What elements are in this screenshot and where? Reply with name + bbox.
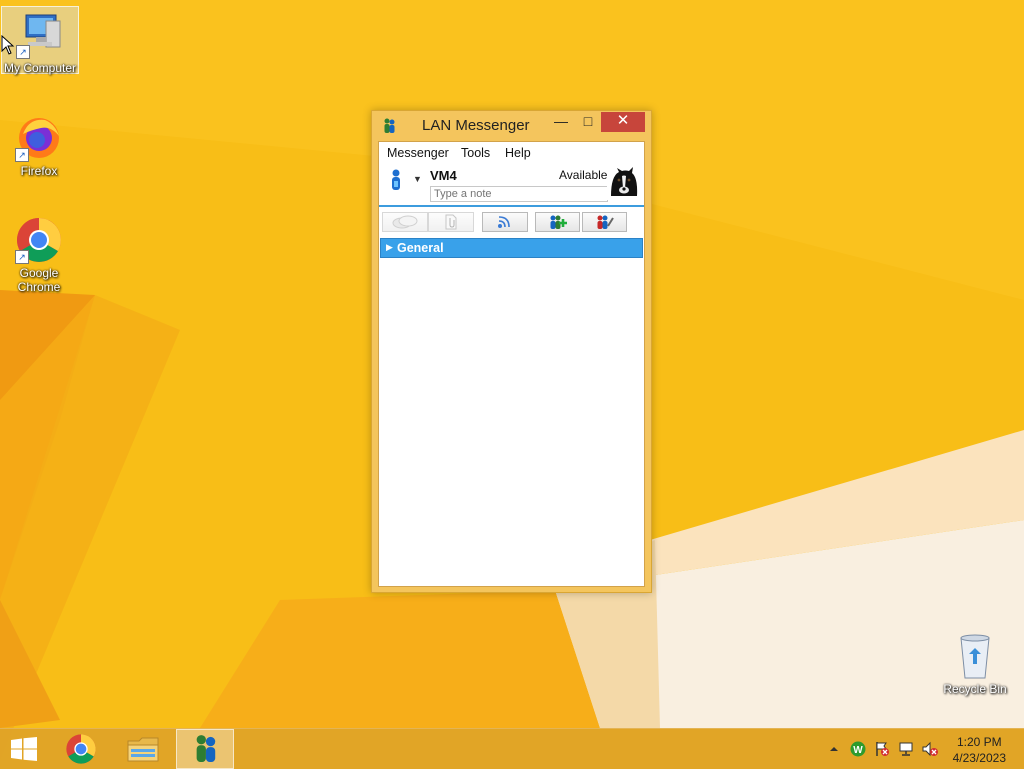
shortcut-arrow-icon: ↗	[16, 45, 30, 59]
maximize-button[interactable]: □	[575, 112, 601, 132]
broadcast-button[interactable]	[482, 212, 528, 232]
lan-messenger-app-icon	[384, 118, 395, 133]
group-label: General	[397, 241, 444, 255]
taskbar: W 1:20 PM 4/23/2023	[0, 728, 1024, 769]
minimize-button[interactable]: —	[548, 112, 574, 132]
clock-time: 1:20 PM	[956, 735, 1002, 749]
expand-arrow-icon: ▶	[386, 242, 393, 252]
window-client-area: Messenger Tools Help ▼ VM4 Available Typ…	[378, 141, 645, 587]
header-separator	[379, 205, 644, 207]
add-contact-button[interactable]	[535, 212, 580, 232]
lan-messenger-window: LAN Messenger — □ ✕ Messenger Tools Help…	[371, 110, 652, 593]
contacts-tools-icon	[597, 215, 614, 229]
group-header-general[interactable]: ▶ General	[380, 238, 643, 258]
desktop-icon-label: Google Chrome	[17, 266, 61, 294]
chrome-icon: ↗	[15, 216, 63, 264]
toolbar	[379, 208, 644, 238]
menu-help[interactable]: Help	[505, 146, 531, 160]
desktop-icon-google-chrome[interactable]: ↗ Google Chrome	[1, 212, 77, 294]
close-button[interactable]: ✕	[601, 112, 645, 132]
taskbar-file-explorer[interactable]	[114, 729, 172, 769]
svg-text:W: W	[853, 745, 863, 756]
desktop-icon-recycle-bin[interactable]: Recycle Bin	[937, 628, 1013, 696]
firefox-icon: ↗	[15, 114, 63, 162]
lan-messenger-app-icon	[196, 735, 216, 762]
start-button[interactable]	[0, 729, 48, 769]
status-text: Available	[559, 168, 608, 182]
status-person-icon[interactable]	[388, 169, 404, 191]
taskbar-lan-messenger[interactable]	[176, 729, 234, 769]
user-name: VM4	[430, 168, 457, 183]
tray-app-w-icon[interactable]: W	[850, 741, 866, 757]
broadcast-icon	[498, 216, 510, 228]
shortcut-arrow-icon: ↗	[15, 250, 29, 264]
show-hidden-icons-chevron-icon[interactable]	[826, 741, 842, 757]
menu-tools[interactable]: Tools	[461, 146, 490, 160]
computer-icon: ↗	[16, 11, 64, 59]
contact-settings-button[interactable]	[582, 212, 627, 232]
send-file-button[interactable]	[428, 212, 474, 232]
action-center-flag-icon[interactable]	[874, 741, 890, 757]
status-dropdown-arrow-icon[interactable]: ▼	[413, 174, 422, 184]
shortcut-arrow-icon: ↗	[15, 148, 29, 162]
window-titlebar[interactable]: LAN Messenger — □ ✕	[372, 111, 651, 139]
recycle-bin-icon	[951, 632, 999, 680]
desktop-icon-label: Recycle Bin	[943, 682, 1007, 696]
note-input[interactable]	[430, 186, 608, 202]
taskbar-chrome[interactable]	[52, 729, 110, 769]
windows-logo-icon	[11, 737, 37, 761]
desktop-icon-label: My Computer	[3, 61, 77, 75]
profile-panel: ▼ VM4 Available	[379, 164, 644, 204]
chat-bubble-icon	[392, 215, 418, 229]
menu-bar: Messenger Tools Help	[379, 142, 644, 164]
clock-date: 4/23/2023	[952, 751, 1006, 765]
menu-messenger[interactable]: Messenger	[387, 146, 449, 160]
file-explorer-icon	[127, 737, 159, 762]
desktop-icon-label: Firefox	[20, 164, 58, 178]
desktop-icon-firefox[interactable]: ↗ Firefox	[1, 110, 77, 178]
mouse-cursor-icon	[1, 35, 15, 55]
network-icon[interactable]	[898, 741, 914, 757]
window-title: LAN Messenger	[422, 117, 530, 134]
chrome-icon	[66, 734, 96, 764]
add-contact-icon	[550, 215, 567, 229]
system-clock[interactable]: 1:20 PM 4/23/2023	[953, 734, 1006, 766]
file-attachment-icon	[445, 214, 457, 230]
volume-muted-icon[interactable]	[922, 741, 938, 757]
avatar[interactable]	[607, 166, 641, 200]
chat-button[interactable]	[382, 212, 428, 232]
